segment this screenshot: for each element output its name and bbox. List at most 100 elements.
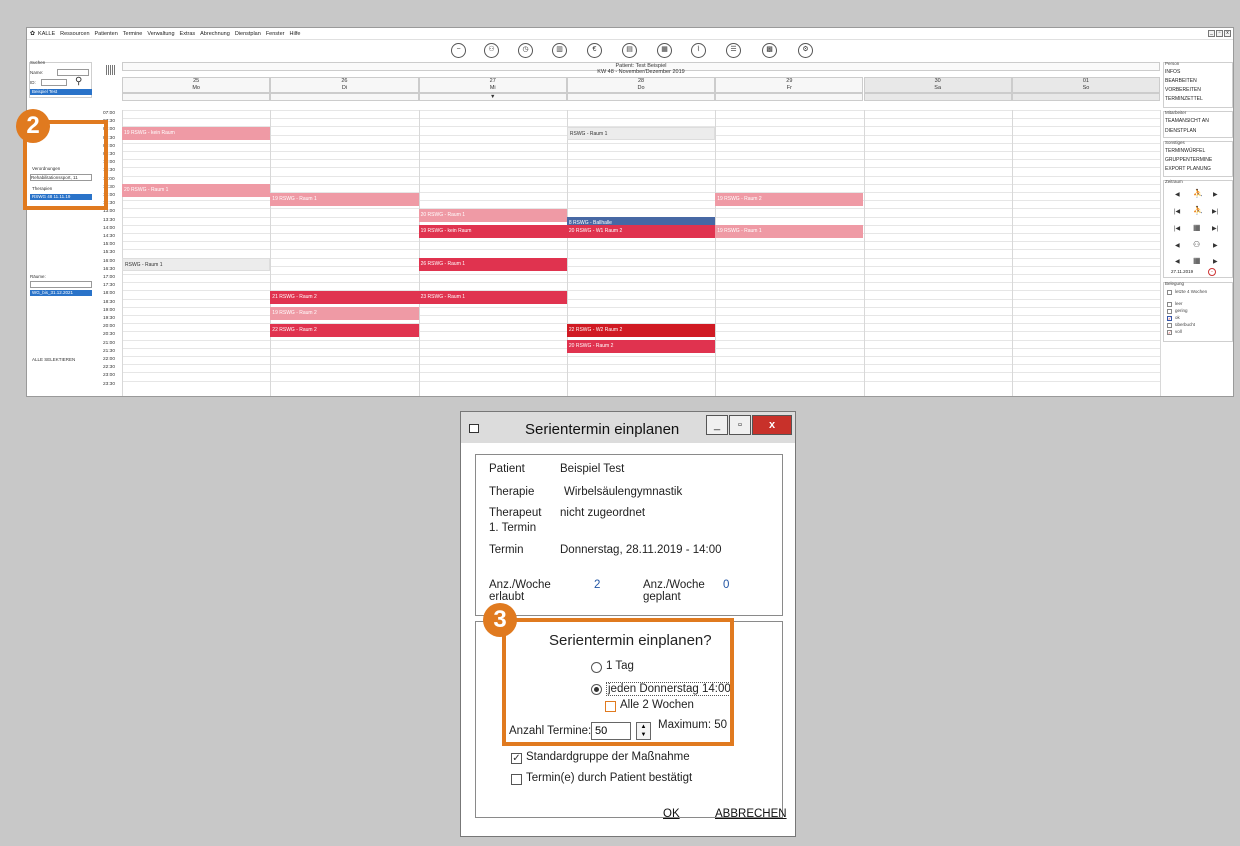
appointment-block[interactable]: 20 RSWG - Raum 2 <box>566 340 716 354</box>
ueberbucht-checkbox[interactable] <box>1167 323 1172 328</box>
appointment-block[interactable]: 26 RSWG - Raum 1 <box>418 258 567 272</box>
appointment-block[interactable]: 22 RSWG - Raum 2 <box>270 323 419 337</box>
time-row[interactable] <box>122 274 1160 275</box>
menu-abrechnung[interactable]: Abrechnung <box>200 28 230 40</box>
time-row[interactable] <box>122 159 1160 161</box>
day-header[interactable]: 25 Mo <box>122 77 271 93</box>
time-row[interactable] <box>122 380 1160 382</box>
appointment-block[interactable]: 19 RSWG - Raum 1 <box>270 192 419 206</box>
time-row[interactable] <box>122 110 1160 111</box>
vorbereiten-link[interactable]: VORBEREITEN <box>1165 87 1201 93</box>
menu-hilfe[interactable]: Hilfe <box>289 28 300 40</box>
prev-day-icon[interactable]: ◀ <box>1175 191 1180 198</box>
next-day-icon[interactable]: ▶ <box>1213 191 1218 198</box>
time-row[interactable] <box>122 175 1160 177</box>
terminzettel-link[interactable]: TERMINZETTEL <box>1165 96 1203 102</box>
ok-button[interactable]: OK <box>663 808 680 820</box>
time-row[interactable] <box>122 265 1160 267</box>
appointment-block[interactable]: 19 RSWG - Raum 2 <box>715 192 864 206</box>
name-input[interactable] <box>57 69 89 76</box>
alle-selektieren-button[interactable]: ALLE SELEKTIEREN <box>32 357 75 362</box>
leer-checkbox[interactable] <box>1167 302 1172 307</box>
terminwuerfel-link[interactable]: TERMINWÜRFEL <box>1165 148 1205 154</box>
menu-patienten[interactable]: Patienten <box>95 28 118 40</box>
time-row[interactable] <box>122 142 1160 144</box>
appointment-block[interactable]: 21 RSWG - Raum 2 <box>270 290 419 304</box>
prev-range-icon[interactable]: ◀ <box>1175 242 1180 249</box>
voll-checkbox[interactable]: ✓ <box>1167 330 1172 335</box>
day-header[interactable]: 01 So <box>1011 77 1161 93</box>
gering-checkbox[interactable] <box>1167 309 1172 314</box>
last-week-icon[interactable]: ▶| <box>1212 208 1218 215</box>
menu-fenster[interactable]: Fenster <box>266 28 285 40</box>
restore-button[interactable]: ▫ <box>1216 30 1223 37</box>
dialog-minimize-button[interactable]: _ <box>706 415 728 435</box>
menu-dienstplan[interactable]: Dienstplan <box>235 28 261 40</box>
appointment-block[interactable]: 20 RSWG - Raum 1 <box>418 208 567 222</box>
appointment-block[interactable]: 20 RSWG - Raum 1 <box>122 184 271 198</box>
menu-verwaltung[interactable]: Verwaltung <box>147 28 174 40</box>
time-row[interactable] <box>122 249 1160 251</box>
time-row[interactable] <box>122 364 1160 366</box>
time-row[interactable] <box>122 282 1160 284</box>
chart-icon[interactable]: ⌇ <box>691 43 706 58</box>
letzte-4-wochen-checkbox[interactable] <box>1167 290 1172 295</box>
id-input[interactable] <box>41 79 67 86</box>
next-calendar-icon[interactable]: ▶ <box>1213 258 1218 265</box>
money-icon[interactable]: € <box>587 43 602 58</box>
today-icon[interactable]: − <box>1208 268 1216 276</box>
stats-icon[interactable]: ▥ <box>552 43 567 58</box>
time-row[interactable] <box>122 167 1160 169</box>
grid-icon[interactable]: ▩ <box>762 43 777 58</box>
close-button[interactable]: x <box>1224 30 1231 37</box>
appointment-block[interactable]: 22 RSWG - W2 Raum 2 <box>566 323 716 337</box>
day-header[interactable]: 28 Do <box>566 77 716 93</box>
time-row[interactable] <box>122 257 1160 259</box>
menu-termine[interactable]: Termine <box>123 28 143 40</box>
dialog-close-button[interactable]: x <box>752 415 792 435</box>
appointment-block[interactable]: 20 RSWG - W1 Raum 2 <box>566 225 716 239</box>
time-row[interactable] <box>122 208 1160 210</box>
standardgruppe-checkbox[interactable]: ✓ <box>511 753 522 764</box>
raeume-select[interactable] <box>30 281 92 288</box>
minimize-button[interactable]: _ <box>1208 30 1215 37</box>
appointment-block[interactable]: RSWG - Raum 1 <box>566 126 716 140</box>
time-row[interactable] <box>122 118 1160 120</box>
list-icon[interactable]: ☰ <box>726 43 741 58</box>
infos-link[interactable]: INFOS <box>1165 69 1180 75</box>
menu-ressourcen[interactable]: Ressourcen <box>60 28 89 40</box>
bearbeiten-link[interactable]: BEARBEITEN <box>1165 78 1197 84</box>
group-icon[interactable]: ⚇ <box>484 43 499 58</box>
time-row[interactable] <box>122 151 1160 152</box>
dialog-maximize-button[interactable]: ▫ <box>729 415 751 435</box>
first-month-icon[interactable]: |◀ <box>1174 225 1180 232</box>
calendar-clock-icon[interactable]: ◷ <box>518 43 533 58</box>
raum-list-item[interactable]: WG_bis_31.12.2021 <box>30 290 92 296</box>
database-icon[interactable]: ▦ <box>657 43 672 58</box>
day-header[interactable]: 26 Di <box>270 77 419 93</box>
teamansicht-link[interactable]: TEAMANSICHT AN <box>1165 118 1209 124</box>
day-header[interactable]: 27 Mi <box>418 77 567 93</box>
minus-circle-icon[interactable]: − <box>451 43 466 58</box>
settings-icon[interactable]: ⚙ <box>798 43 813 58</box>
zeitraum-date[interactable]: 27.11.2019 <box>1171 269 1193 274</box>
appointment-block[interactable]: 23 RSWG - Raum 1 <box>418 290 567 304</box>
time-row[interactable] <box>122 183 1160 185</box>
day-header[interactable]: 30 Sa <box>863 77 1012 93</box>
time-row[interactable] <box>122 356 1160 357</box>
export-planung-link[interactable]: EXPORT PLANUNG <box>1165 166 1211 172</box>
day-header[interactable]: 29 Fr <box>715 77 864 93</box>
appointment-block[interactable]: RSWG - Raum 1 <box>122 258 271 272</box>
dienstplan-link[interactable]: DIENSTPLAN <box>1165 128 1196 134</box>
appointment-block[interactable]: 19 RSWG - Raum 2 <box>270 307 419 321</box>
gruppentermine-link[interactable]: GRUPPENTERMINE <box>1165 157 1212 163</box>
menu-extras[interactable]: Extras <box>180 28 196 40</box>
prev-calendar-icon[interactable]: ◀ <box>1175 258 1180 265</box>
grid-view-icon[interactable] <box>106 65 116 75</box>
bestaetigt-checkbox[interactable] <box>511 774 522 785</box>
ok-checkbox[interactable]: ✓ <box>1167 316 1172 321</box>
time-row[interactable] <box>122 241 1160 243</box>
abbrechen-button[interactable]: ABBRECHEN <box>715 808 787 820</box>
time-row[interactable] <box>122 372 1160 374</box>
patient-list-item[interactable]: Beispiel Test <box>30 89 92 95</box>
